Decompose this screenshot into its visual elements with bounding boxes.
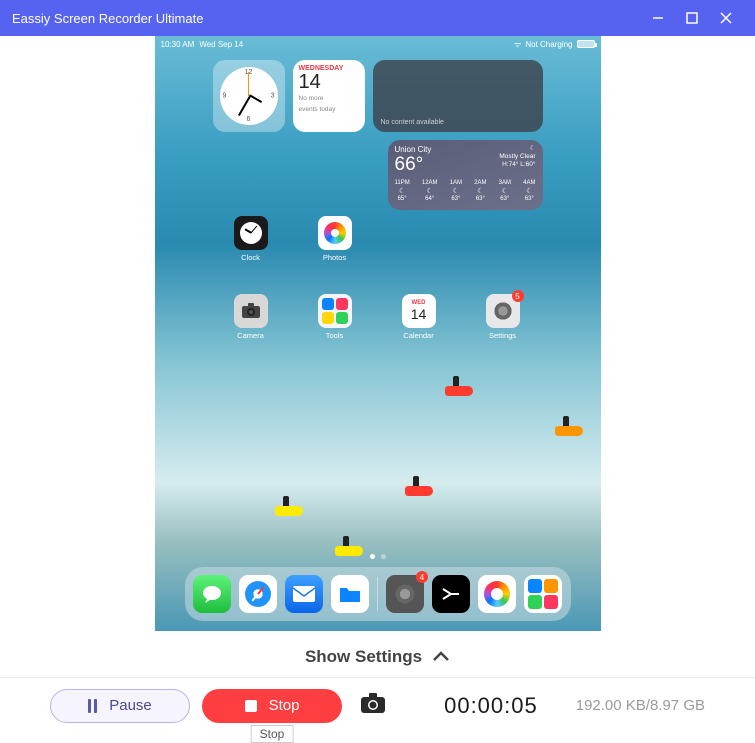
calendar-note1: No more xyxy=(299,95,359,103)
close-button[interactable] xyxy=(709,0,743,36)
status-bar: 10:30 AM Wed Sep 14 ᯤ Not Charging xyxy=(155,36,601,52)
app-calendar[interactable]: WED14 Calendar xyxy=(399,294,439,340)
weather-temp: 66° xyxy=(395,154,432,176)
pause-label: Pause xyxy=(109,697,152,714)
tools-folder-icon xyxy=(318,294,352,328)
maximize-button[interactable] xyxy=(675,0,709,36)
dock-photos[interactable] xyxy=(478,575,516,613)
preview-viewport: 10:30 AM Wed Sep 14 ᯤ Not Charging 12 3 … xyxy=(0,36,755,631)
weather-desc: Mostly Clear xyxy=(499,153,535,161)
app-clock[interactable]: Clock xyxy=(231,216,271,262)
titlebar: Eassiy Screen Recorder Ultimate xyxy=(0,0,755,36)
stop-button[interactable]: Stop Stop xyxy=(202,689,342,723)
stop-icon xyxy=(245,700,257,712)
camera-icon xyxy=(234,294,268,328)
settings-icon: 5 xyxy=(486,294,520,328)
wallpaper-surfers xyxy=(155,336,601,551)
calendar-note2: events today xyxy=(299,106,359,114)
charge-label: Not Charging xyxy=(525,40,572,49)
show-settings-label: Show Settings xyxy=(305,647,422,667)
app-camera[interactable]: Camera xyxy=(231,294,271,340)
weather-widget[interactable]: Union City 66° ☾ Mostly Clear H:74° L:60… xyxy=(388,140,543,210)
dock-widgets[interactable] xyxy=(524,575,562,613)
minimize-button[interactable] xyxy=(641,0,675,36)
pause-button[interactable]: Pause xyxy=(50,689,190,723)
clock-widget[interactable]: 12 3 6 9 xyxy=(213,60,285,132)
status-date: Wed Sep 14 xyxy=(199,40,243,49)
empty-widget-text: No content available xyxy=(381,119,444,126)
show-settings-toggle[interactable]: Show Settings xyxy=(0,631,755,677)
dock-settings[interactable]: 4 xyxy=(386,575,424,613)
settings-badge: 5 xyxy=(512,290,524,302)
app-row-1: Clock Photos xyxy=(155,210,601,262)
status-time: 10:30 AM xyxy=(161,40,195,49)
empty-widget[interactable]: No content available xyxy=(373,60,543,132)
dock-divider xyxy=(377,577,378,611)
file-size: 192.00 KB/8.97 GB xyxy=(576,697,705,714)
pause-icon xyxy=(88,699,97,713)
dock-safari[interactable] xyxy=(239,575,277,613)
calendar-icon: WED14 xyxy=(402,294,436,328)
safari-icon xyxy=(245,581,271,607)
battery-icon xyxy=(577,40,595,48)
calendar-widget[interactable]: WEDNESDAY 14 No more events today xyxy=(293,60,365,132)
dock: 4 xyxy=(185,567,571,621)
weather-hilo: H:74° L:60° xyxy=(499,161,535,169)
page-indicator[interactable] xyxy=(370,554,386,559)
chevron-up-icon xyxy=(432,651,450,663)
dock-files[interactable] xyxy=(331,575,369,613)
camera-icon xyxy=(360,692,386,714)
stop-label: Stop xyxy=(269,697,300,714)
dock-mail[interactable] xyxy=(285,575,323,613)
recording-timer: 00:00:05 xyxy=(444,693,538,719)
screenshot-button[interactable] xyxy=(360,692,386,719)
app-row-2: Camera Tools WED14 Calendar 5 Settings xyxy=(155,288,601,340)
dock-settings-badge: 4 xyxy=(416,571,428,583)
calendar-day: 14 xyxy=(299,72,359,92)
weather-city: Union City xyxy=(395,145,432,154)
ipad-screen: 10:30 AM Wed Sep 14 ᯤ Not Charging 12 3 … xyxy=(155,36,601,631)
app-photos[interactable]: Photos xyxy=(315,216,355,262)
moon-icon: ☾ xyxy=(499,145,535,153)
dock-terminal[interactable] xyxy=(432,575,470,613)
app-title: Eassiy Screen Recorder Ultimate xyxy=(12,11,203,26)
dock-messages[interactable] xyxy=(193,575,231,613)
photos-icon xyxy=(318,216,352,250)
app-tools[interactable]: Tools xyxy=(315,294,355,340)
app-settings[interactable]: 5 Settings xyxy=(483,294,523,340)
stop-tooltip: Stop xyxy=(251,725,294,743)
control-bar: Pause Stop Stop 00:00:05 192.00 KB/8.97 … xyxy=(0,677,755,733)
weather-hours: 11PM☾65° 12AM☾64° 1AM☾63° 2AM☾63° 3AM☾63… xyxy=(395,180,536,202)
clock-icon xyxy=(234,216,268,250)
clock-face: 12 3 6 9 xyxy=(220,67,278,125)
wifi-icon: ᯤ xyxy=(514,39,521,50)
